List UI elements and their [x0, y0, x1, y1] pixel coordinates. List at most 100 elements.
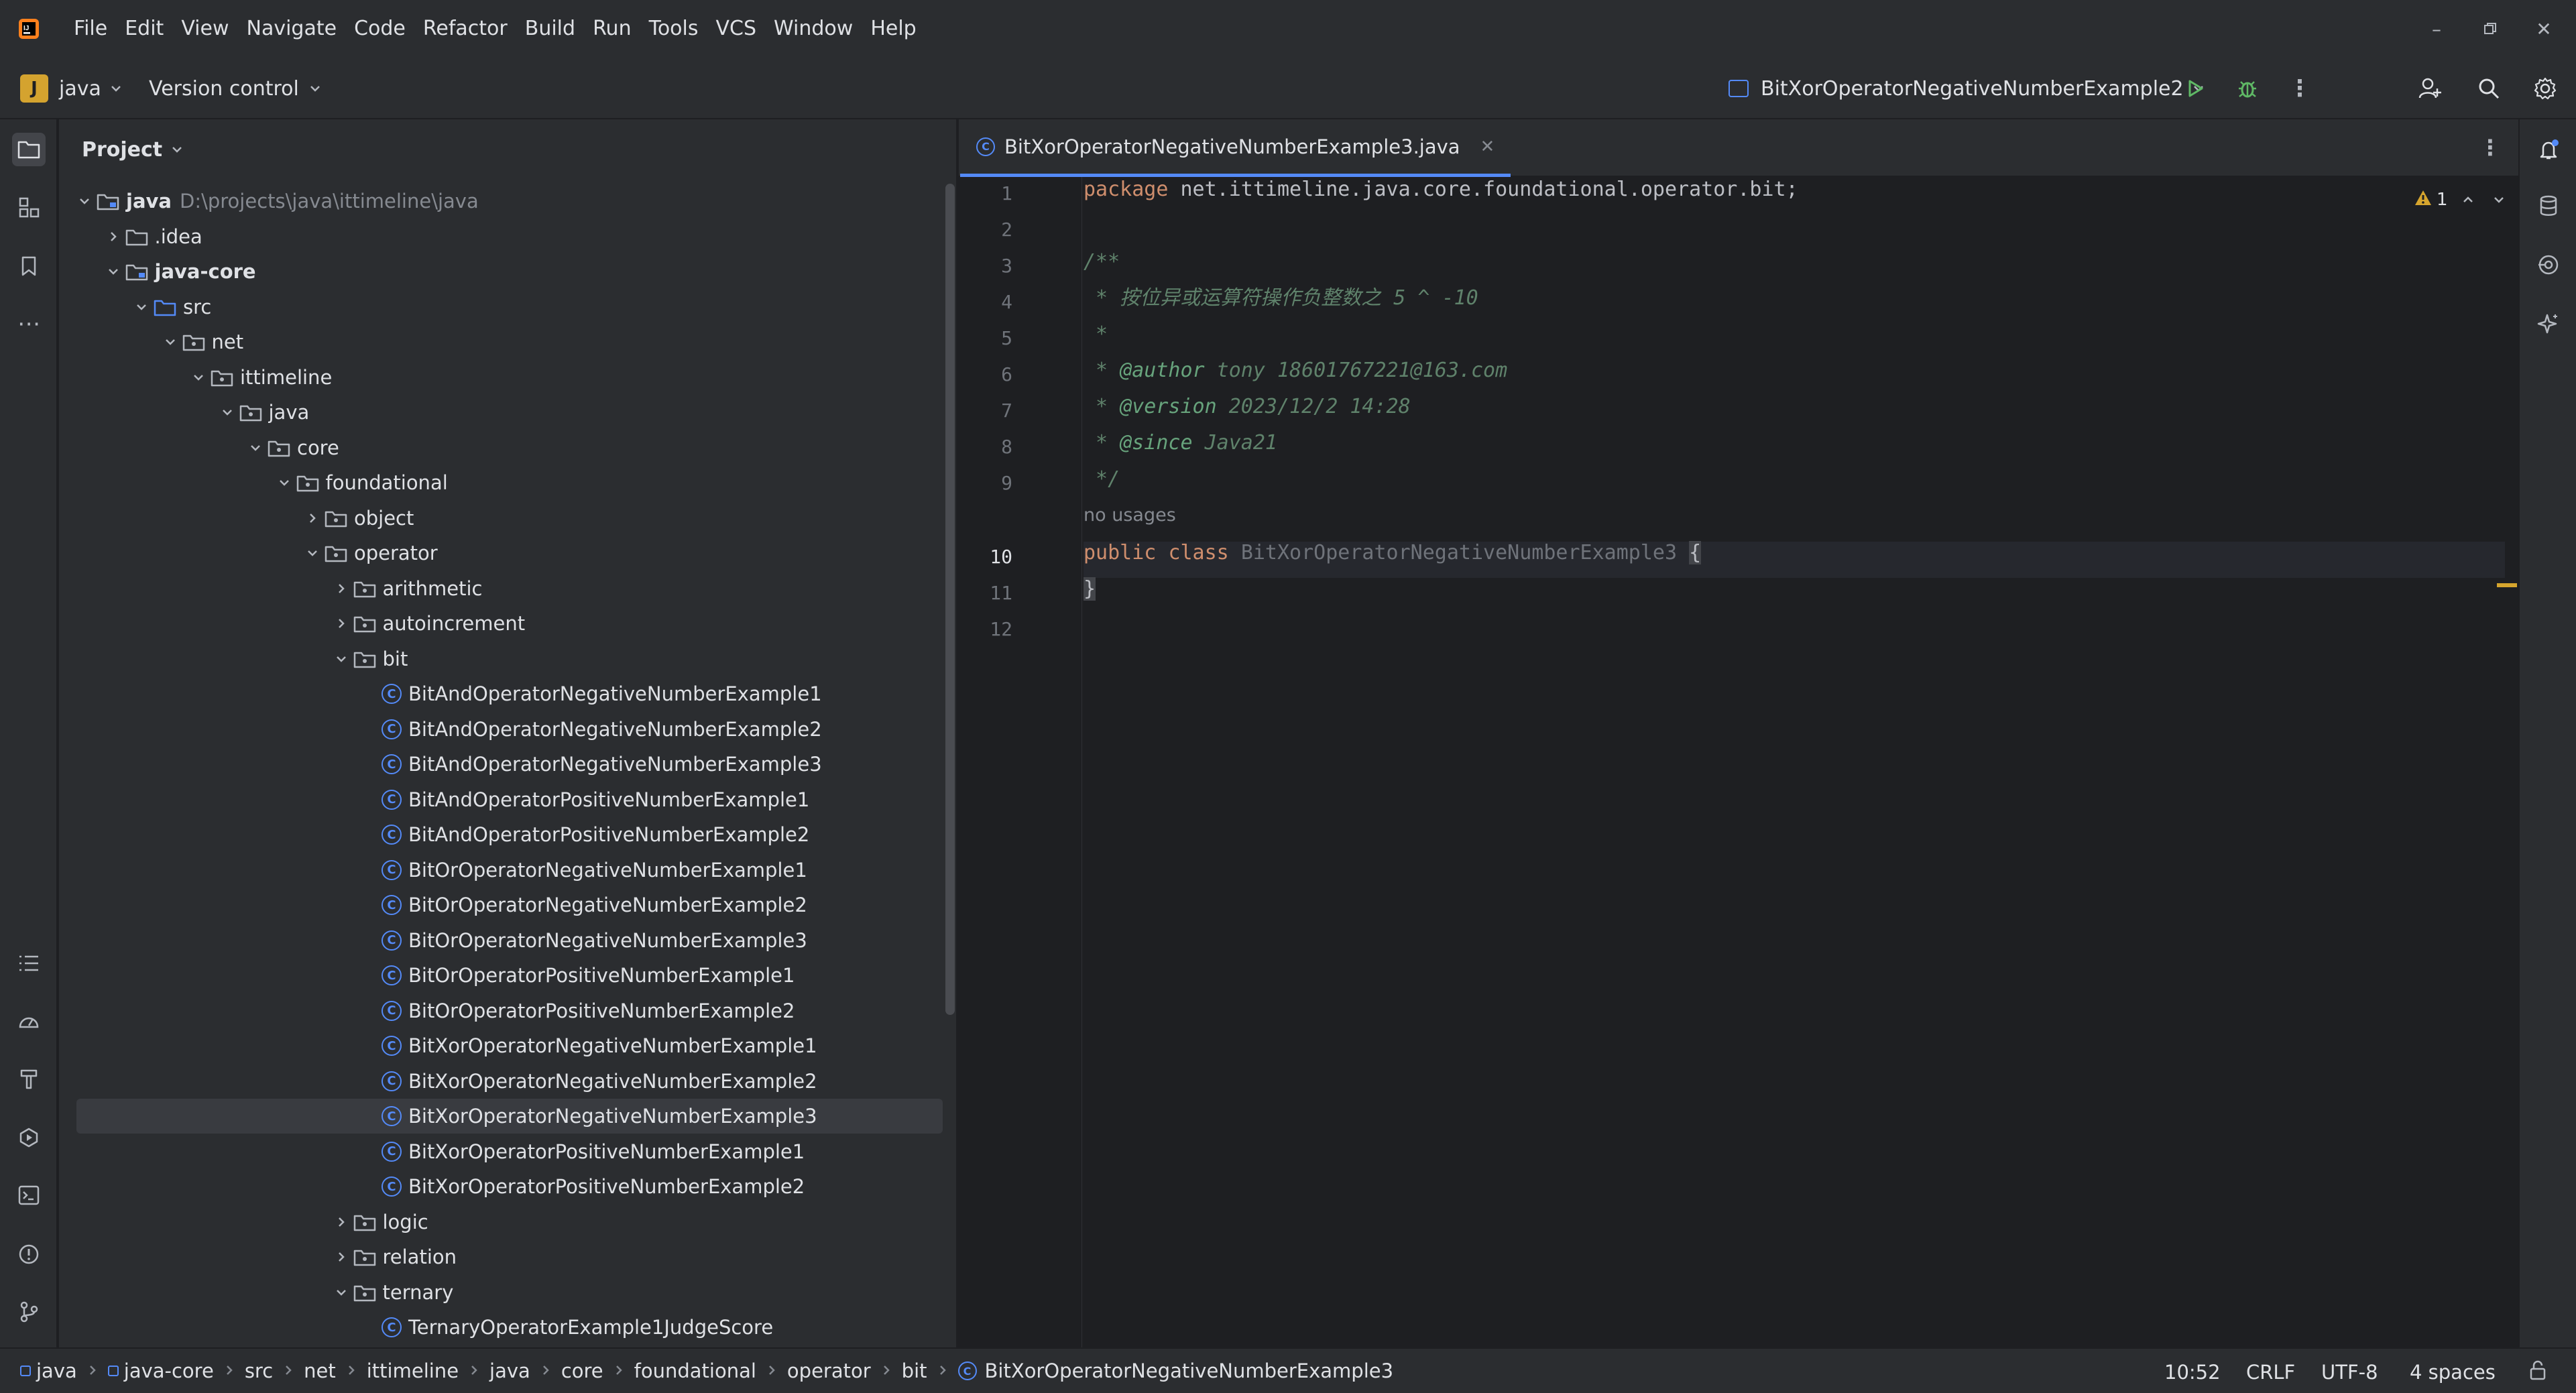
chevron-right-icon[interactable]: [329, 571, 353, 606]
tree-item-package[interactable]: relation: [59, 1239, 943, 1274]
tree-item-class[interactable]: C BitAndOperatorPositiveNumberExample1: [59, 782, 943, 817]
bookmarks-icon[interactable]: [12, 249, 46, 283]
tree-item-package[interactable]: net: [59, 324, 943, 359]
breadcrumb-item[interactable]: ittimeline: [367, 1359, 459, 1382]
tree-item-package[interactable]: ternary: [59, 1275, 943, 1310]
project-selector[interactable]: J java: [20, 72, 123, 105]
database-icon[interactable]: [2532, 189, 2565, 223]
close-window-icon[interactable]: ✕: [2517, 0, 2571, 58]
tree-item-class[interactable]: C BitOrOperatorPositiveNumberExample1: [59, 958, 943, 993]
chevron-down-icon[interactable]: [158, 324, 182, 359]
tree-item-class[interactable]: C BitXorOperatorPositiveNumberExample1: [59, 1134, 943, 1169]
menu-item-view[interactable]: View: [181, 0, 229, 58]
chevron-right-icon[interactable]: [300, 501, 325, 536]
menu-item-navigate[interactable]: Navigate: [247, 0, 337, 58]
menu-item-help[interactable]: Help: [870, 0, 916, 58]
breadcrumb-item[interactable]: core: [561, 1359, 603, 1382]
line-separator[interactable]: CRLF: [2246, 1361, 2295, 1384]
code-with-me-icon[interactable]: [2415, 74, 2445, 103]
tree-item-package[interactable]: autoincrement: [59, 606, 943, 641]
chevron-down-icon[interactable]: [186, 360, 211, 395]
tree-item-source[interactable]: src: [59, 290, 943, 324]
services-icon[interactable]: [12, 1121, 46, 1154]
breadcrumb-item[interactable]: java: [489, 1359, 530, 1382]
chevron-right-icon[interactable]: [329, 1205, 353, 1239]
chevron-up-icon[interactable]: [2461, 188, 2475, 211]
structure-icon[interactable]: [12, 190, 46, 224]
tree-item-package[interactable]: foundational: [59, 465, 943, 500]
tree-item-package[interactable]: object: [59, 501, 943, 536]
tree-item-class[interactable]: C BitOrOperatorNegativeNumberExample2: [59, 888, 943, 922]
tree-item-class[interactable]: C BitAndOperatorPositiveNumberExample2: [59, 817, 943, 852]
chevron-down-icon[interactable]: [300, 536, 325, 570]
ai-assistant-icon[interactable]: [2532, 307, 2565, 341]
tree-item-class[interactable]: C BitAndOperatorNegativeNumberExample1: [59, 676, 943, 711]
menu-item-window[interactable]: Window: [774, 0, 853, 58]
tree-item-package[interactable]: java: [59, 395, 943, 430]
tree-item-class[interactable]: C BitAndOperatorNegativeNumberExample2: [59, 712, 943, 747]
settings-gear-icon[interactable]: [2530, 74, 2560, 103]
editor-more-icon[interactable]: ⋮: [2475, 133, 2505, 162]
chevron-down-icon[interactable]: [329, 1275, 353, 1310]
menu-item-edit[interactable]: Edit: [125, 0, 164, 58]
readonly-lock-icon[interactable]: [2528, 1359, 2548, 1386]
menu-item-tools[interactable]: Tools: [649, 0, 699, 58]
menu-item-run[interactable]: Run: [593, 0, 632, 58]
tree-item-class[interactable]: C BitXorOperatorNegativeNumberExample3: [76, 1099, 943, 1134]
usages-hint[interactable]: no usages: [1084, 497, 1176, 534]
breadcrumb-item[interactable]: bit: [902, 1359, 927, 1382]
notifications-bell-icon[interactable]: [2532, 133, 2565, 166]
tree-item-package[interactable]: operator: [59, 536, 943, 570]
tree-item-package[interactable]: ittimeline: [59, 360, 943, 395]
caret-position[interactable]: 10:52: [2164, 1361, 2221, 1384]
tree-item-package[interactable]: bit: [59, 642, 943, 676]
version-control-selector[interactable]: Version control: [149, 72, 322, 105]
build-hammer-icon[interactable]: [12, 1062, 46, 1095]
chevron-down-icon[interactable]: [215, 395, 239, 430]
chevron-right-icon[interactable]: [329, 1239, 353, 1274]
tree-item-package[interactable]: logic: [59, 1205, 943, 1239]
search-icon[interactable]: [2474, 74, 2504, 103]
tree-item-class[interactable]: C BitXorOperatorPositiveNumberExample2: [59, 1169, 943, 1204]
file-encoding[interactable]: UTF-8: [2321, 1361, 2378, 1384]
tree-item-module[interactable]: java-core: [59, 254, 943, 289]
editor-tab[interactable]: C BitXorOperatorNegativeNumberExample3.j…: [960, 119, 1511, 177]
run-config-selector[interactable]: BitXorOperatorNegativeNumberExample2: [1729, 72, 2205, 105]
terminal-icon[interactable]: [12, 1178, 46, 1212]
menu-item-refactor[interactable]: Refactor: [423, 0, 508, 58]
menu-item-file[interactable]: File: [74, 0, 107, 58]
more-actions-icon[interactable]: ⋮: [2285, 74, 2315, 103]
tree-item-class[interactable]: C BitOrOperatorPositiveNumberExample2: [59, 993, 943, 1028]
breadcrumb-item[interactable]: java-core: [107, 1359, 214, 1382]
project-panel-header[interactable]: Project: [82, 133, 184, 166]
breadcrumb-item[interactable]: operator: [787, 1359, 871, 1382]
breadcrumb-item[interactable]: java: [20, 1359, 77, 1382]
breadcrumb-item[interactable]: foundational: [634, 1359, 756, 1382]
breadcrumb-item[interactable]: C BitXorOperatorNegativeNumberExample3: [957, 1359, 1393, 1382]
chevron-down-icon[interactable]: [101, 254, 125, 289]
git-branch-icon[interactable]: [12, 1295, 46, 1329]
debug-icon[interactable]: [2233, 74, 2262, 103]
tree-item-class[interactable]: C BitXorOperatorNegativeNumberExample2: [59, 1064, 943, 1099]
chevron-down-icon[interactable]: [329, 642, 353, 676]
chevron-down-icon[interactable]: [272, 465, 296, 500]
endpoints-icon[interactable]: [2532, 248, 2565, 282]
chevron-right-icon[interactable]: [101, 219, 125, 254]
tree-item-class[interactable]: C TernaryOperatorExample1JudgeScore: [59, 1310, 943, 1345]
tree-item-class[interactable]: C BitOrOperatorNegativeNumberExample3: [59, 923, 943, 958]
chevron-down-icon[interactable]: [72, 184, 97, 219]
menu-item-code[interactable]: Code: [354, 0, 406, 58]
tree-item-class[interactable]: C BitAndOperatorNegativeNumberExample3: [59, 747, 943, 782]
tree-item-package[interactable]: arithmetic: [59, 571, 943, 606]
tree-item-folder[interactable]: .idea: [59, 219, 943, 254]
problems-icon[interactable]: [12, 1237, 46, 1271]
chevron-down-icon[interactable]: [243, 430, 268, 465]
project-scrollbar[interactable]: [945, 184, 955, 1015]
breadcrumb-item[interactable]: src: [245, 1359, 273, 1382]
chevron-down-icon[interactable]: [2492, 188, 2506, 211]
tree-item-class[interactable]: C BitOrOperatorNegativeNumberExample1: [59, 853, 943, 888]
project-folder-icon[interactable]: [12, 133, 46, 166]
indent-setting[interactable]: 4 spaces: [2410, 1361, 2496, 1384]
minimize-icon[interactable]: –: [2410, 0, 2463, 58]
tree-item-module[interactable]: java D:\projects\java\ittimeline\java: [59, 184, 943, 219]
